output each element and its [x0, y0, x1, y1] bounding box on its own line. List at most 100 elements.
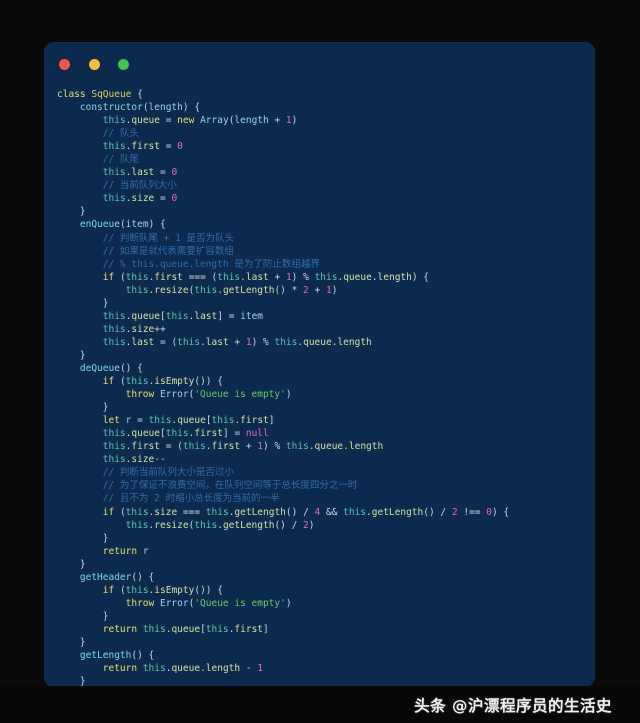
code-token: length — [205, 663, 241, 675]
code-token: this — [125, 506, 149, 518]
code-token: // 队头 — [102, 128, 139, 140]
code-line: this.last = 0 — [57, 166, 594, 179]
code-token: this — [125, 376, 149, 388]
code-token: item — [125, 219, 149, 231]
code-token: length — [377, 271, 412, 283]
code-token: length — [148, 102, 183, 114]
code-token: enQueue — [79, 219, 120, 231]
code-token: this — [125, 584, 149, 596]
code-token: queue — [171, 663, 201, 675]
code-line: this.queue[this.first] = null — [57, 427, 594, 440]
code-line: } — [57, 558, 594, 571]
code-line: this.first = (this.first + 1) % this.que… — [57, 440, 594, 453]
close-button[interactable] — [59, 59, 70, 70]
code-token: -- — [154, 454, 166, 466]
code-line: let r = this.queue[this.first] — [57, 414, 594, 427]
code-token: queue — [314, 441, 344, 453]
code-token: this — [205, 623, 229, 635]
code-token: this — [102, 428, 126, 440]
code-token: first — [131, 441, 160, 453]
code-token: size — [154, 506, 178, 518]
code-token: Error — [159, 597, 189, 609]
code-token: = ( — [160, 441, 183, 453]
code-token: return — [102, 545, 138, 557]
code-token: this — [102, 336, 126, 348]
code-token: = ( — [154, 336, 178, 348]
code-token: ] — [268, 415, 275, 427]
code-token: } — [57, 636, 86, 648]
code-token: ) — [291, 115, 298, 127]
code-token: first — [240, 415, 269, 427]
code-token: this — [125, 519, 149, 531]
code-token: = — [131, 415, 149, 427]
code-token: ) % — [291, 271, 315, 283]
code-token: } — [57, 402, 109, 414]
code-token: () * — [274, 284, 304, 296]
code-line: // % this.queue.length 是为了防止数组越界 — [57, 258, 594, 271]
code-token: } — [57, 558, 86, 570]
code-token: = — [160, 115, 178, 127]
window-titlebar[interactable] — [45, 43, 594, 82]
code-token: queue — [343, 271, 372, 283]
code-token: ) % — [263, 441, 286, 453]
code-token: last — [245, 271, 269, 283]
code-line: } — [57, 297, 594, 310]
code-token: ) { — [182, 102, 201, 114]
code-token: this — [194, 519, 218, 531]
code-token: let — [102, 415, 120, 427]
code-token: () / — [423, 506, 452, 518]
code-token: last — [131, 167, 155, 179]
code-token: first — [131, 141, 160, 153]
maximize-button[interactable] — [118, 59, 130, 70]
code-line: // 如果是就代表需要扩容数组 — [57, 245, 594, 258]
code-token: // 队尾 — [102, 154, 139, 166]
code-token: this — [142, 623, 166, 635]
code-token: resize — [154, 284, 189, 296]
code-token: } — [57, 676, 86, 686]
code-line: // 判断队尾 + 1 是否为队头 — [57, 232, 594, 245]
code-token: + — [240, 441, 258, 453]
code-token: { — [131, 89, 143, 100]
code-token: length — [234, 115, 269, 127]
code-token: this — [102, 323, 126, 335]
code-token: ] — [263, 623, 269, 635]
code-token: } — [57, 349, 86, 361]
watermark-text: 头条 @沪漂程序员的生活史 — [414, 696, 612, 715]
code-token: this — [285, 441, 309, 453]
code-token: size — [131, 454, 155, 466]
code-token: ) { — [491, 506, 510, 518]
code-line: return this.queue.length - 1 — [57, 662, 594, 675]
code-token: () / — [274, 519, 304, 531]
code-token: this — [125, 284, 149, 296]
code-token: () { — [131, 650, 155, 662]
code-token: return — [102, 663, 138, 675]
code-token: null — [245, 428, 269, 440]
code-token: getLength — [79, 650, 132, 662]
code-token: 'Queue is empty' — [194, 389, 286, 401]
code-token: throw — [125, 597, 155, 609]
code-token: length — [348, 441, 384, 453]
code-line: } — [57, 532, 594, 545]
code-token: ) { — [411, 271, 430, 283]
code-token: isEmpty — [154, 376, 195, 388]
minimize-button[interactable] — [88, 59, 100, 70]
code-token: ( — [114, 506, 126, 518]
code-block[interactable]: class SqQueue { constructor(length) { th… — [45, 82, 594, 686]
code-token: } — [57, 532, 109, 544]
code-line: // 且不为 2 时缩小总长度为当前的一半 — [57, 492, 594, 505]
code-line: if (this.size === this.getLength() / 4 &… — [57, 506, 594, 519]
code-token: ) — [331, 284, 338, 296]
code-token: queue — [171, 623, 201, 635]
code-line: this.size-- — [57, 453, 594, 466]
code-line: // 当前队列大小 — [57, 179, 594, 192]
